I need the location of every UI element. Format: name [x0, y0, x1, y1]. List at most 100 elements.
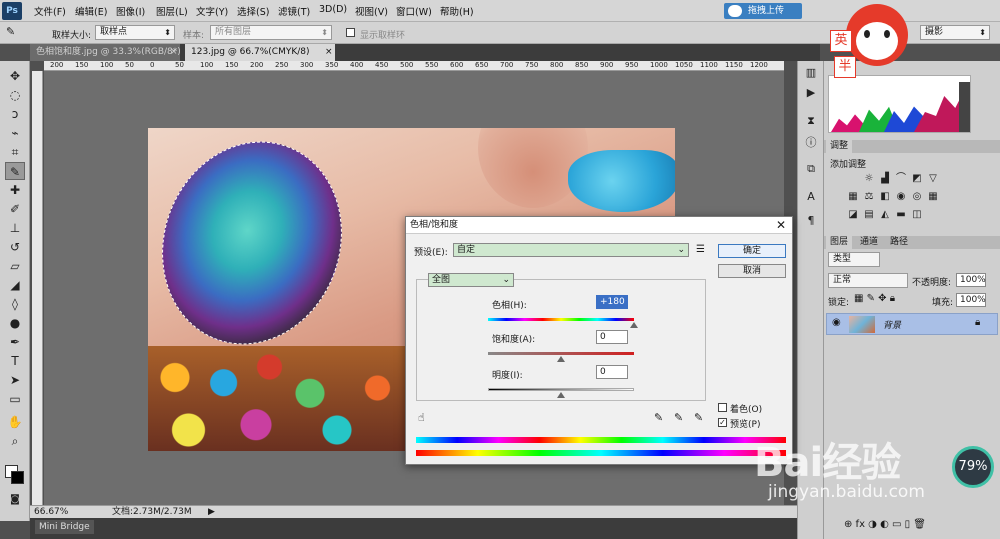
fill-input[interactable]: 100% — [956, 293, 986, 307]
tab-adjustments[interactable]: 调整 — [826, 140, 853, 153]
zoom-level[interactable]: 66.67% — [34, 506, 68, 518]
saturation-slider-thumb[interactable] — [557, 356, 565, 362]
upload-button[interactable]: 拖拽上传 — [724, 3, 802, 19]
lightness-input[interactable]: 0 — [596, 365, 628, 379]
menu-edit[interactable]: 编辑(E) — [75, 4, 107, 18]
eye-icon[interactable]: ◉ — [832, 317, 841, 328]
pen-tool-icon[interactable]: ✒ — [5, 333, 25, 351]
marquee-tool-icon[interactable]: ◌ — [5, 86, 25, 104]
eyedropper-icon[interactable]: ✎ — [654, 411, 663, 424]
dialog-title-bar[interactable]: 色相/饱和度 ✕ — [406, 217, 792, 234]
tab-123-doc[interactable]: 123.jpg @ 66.7%(CMYK/8) × — [185, 44, 335, 61]
hue-input[interactable]: +180 — [596, 295, 628, 309]
layer-actions[interactable]: ⊕ fx ◑ ◐ ▭ ▯ 🗑︎ — [844, 519, 926, 530]
curves-icon[interactable]: ⌒ — [894, 173, 908, 185]
menu-type[interactable]: 文字(Y) — [196, 4, 228, 18]
zoom-tool-icon[interactable]: ⌕ — [5, 432, 25, 450]
shape-tool-icon[interactable]: ▭ — [5, 390, 25, 408]
invert-icon[interactable]: ◪ — [846, 209, 860, 221]
cancel-button[interactable]: 取消 — [718, 264, 786, 278]
gradient-map-icon[interactable]: ▬ — [894, 209, 908, 221]
selective-color-icon[interactable]: ◫ — [910, 209, 924, 221]
quick-select-tool-icon[interactable]: ⌁ — [5, 124, 25, 142]
photo-filter-icon[interactable]: ◉ — [894, 191, 908, 203]
sample-select[interactable]: 所有图层 ⬍ — [210, 25, 332, 40]
show-ring-checkbox[interactable] — [346, 28, 355, 37]
blur-tool-icon[interactable]: ◊ — [5, 295, 25, 313]
hand-tool-icon[interactable]: ✋ — [5, 413, 25, 431]
layer-row-background[interactable]: ◉ 背景 🔒︎ — [826, 313, 998, 335]
vibrance-icon[interactable]: ▽ — [926, 173, 940, 185]
tab-hue-saturation-doc[interactable]: 色相饱和度.jpg @ 33.3%(RGB/8*) × — [30, 44, 181, 61]
sample-size-select[interactable]: 取样点 ⬍ — [95, 25, 175, 40]
paragraph-icon[interactable]: ¶ — [802, 213, 820, 229]
close-icon[interactable]: ✕ — [776, 217, 786, 234]
lasso-tool-icon[interactable]: ↄ — [5, 105, 25, 123]
preview-checkbox[interactable]: ✓ — [718, 418, 727, 427]
tab-channels[interactable]: 通道 — [856, 236, 882, 249]
exposure-icon[interactable]: ◩ — [910, 173, 924, 185]
background-color-swatch[interactable] — [11, 471, 24, 484]
menu-layer[interactable]: 图层(L) — [156, 4, 188, 18]
play-icon[interactable]: ▶ — [802, 85, 820, 101]
chevron-right-icon[interactable]: ▶ — [208, 506, 215, 518]
saturation-slider-track[interactable] — [488, 352, 634, 355]
tab-layers[interactable]: 图层 — [826, 236, 853, 249]
lock-icons[interactable]: ▦ ✎ ✥ 🔒︎ — [854, 293, 895, 304]
preset-options-icon[interactable]: ☰ — [696, 244, 705, 255]
mini-bridge-tab[interactable]: Mini Bridge — [35, 520, 94, 534]
menu-help[interactable]: 帮助(H) — [440, 4, 474, 18]
bucket-tool-icon[interactable]: ◢ — [5, 276, 25, 294]
dodge-tool-icon[interactable]: ● — [5, 314, 25, 332]
menu-file[interactable]: 文件(F) — [34, 4, 66, 18]
eyedropper-plus-icon[interactable]: ✎ — [674, 411, 683, 424]
lightness-slider-thumb[interactable] — [557, 392, 565, 398]
info-icon[interactable]: ⓘ — [802, 135, 820, 151]
levels-icon[interactable]: ▟ — [878, 173, 892, 185]
character-icon[interactable]: A — [802, 189, 820, 205]
threshold-icon[interactable]: ◭ — [878, 209, 892, 221]
opacity-input[interactable]: 100% — [956, 273, 986, 287]
color-balance-icon[interactable]: ⚖ — [862, 191, 876, 203]
actions-icon[interactable]: ⧉ — [802, 161, 820, 177]
blend-mode-select[interactable]: 正常 — [828, 273, 908, 288]
menu-image[interactable]: 图像(I) — [116, 4, 145, 18]
hue-slider-thumb[interactable] — [630, 322, 638, 328]
bw-icon[interactable]: ◧ — [878, 191, 892, 203]
layer-kind-filter[interactable]: 类型 — [828, 252, 880, 267]
eyedropper-tool-icon[interactable]: ✎ — [5, 162, 25, 180]
hue-slider-track[interactable] — [488, 318, 634, 321]
colorize-checkbox[interactable] — [718, 403, 727, 412]
hue-saturation-icon[interactable]: ▦ — [846, 191, 860, 203]
type-tool-icon[interactable]: T — [5, 352, 25, 370]
workspace-select[interactable]: 摄影 ⬍ — [920, 25, 990, 40]
targeted-adjust-hand-icon[interactable]: ☝ — [418, 411, 425, 424]
crop-tool-icon[interactable]: ⌗ — [5, 143, 25, 161]
history-icon[interactable]: ⧗ — [802, 113, 820, 129]
history-brush-icon[interactable]: ↺ — [5, 238, 25, 256]
move-tool-icon[interactable]: ✥ — [5, 67, 25, 85]
menu-view[interactable]: 视图(V) — [355, 4, 388, 18]
healing-tool-icon[interactable]: ✚ — [5, 181, 25, 199]
menu-3d[interactable]: 3D(D) — [319, 4, 347, 15]
stamp-tool-icon[interactable]: ⊥ — [5, 219, 25, 237]
histogram-icon[interactable]: ▥ — [802, 65, 820, 81]
path-select-icon[interactable]: ➤ — [5, 371, 25, 389]
channel-select[interactable]: 全图 ⌄ — [428, 273, 514, 287]
eyedropper-minus-icon[interactable]: ✎ — [694, 411, 703, 424]
tab-paths[interactable]: 路径 — [886, 236, 912, 249]
preset-select[interactable]: 自定 ⌄ — [453, 243, 689, 257]
menu-filter[interactable]: 滤镜(T) — [278, 4, 310, 18]
menu-select[interactable]: 选择(S) — [237, 4, 269, 18]
brush-tool-icon[interactable]: ✐ — [5, 200, 25, 218]
close-icon[interactable]: × — [325, 44, 333, 61]
ok-button[interactable]: 确定 — [718, 244, 786, 258]
saturation-input[interactable]: 0 — [596, 330, 628, 344]
brightness-icon[interactable]: ☼ — [862, 173, 876, 185]
color-lookup-icon[interactable]: ▦ — [926, 191, 940, 203]
eyedropper-icon[interactable]: ✎ — [6, 25, 15, 38]
eraser-tool-icon[interactable]: ▱ — [5, 257, 25, 275]
posterize-icon[interactable]: ▤ — [862, 209, 876, 221]
channel-mixer-icon[interactable]: ◎ — [910, 191, 924, 203]
close-icon[interactable]: × — [170, 44, 178, 61]
